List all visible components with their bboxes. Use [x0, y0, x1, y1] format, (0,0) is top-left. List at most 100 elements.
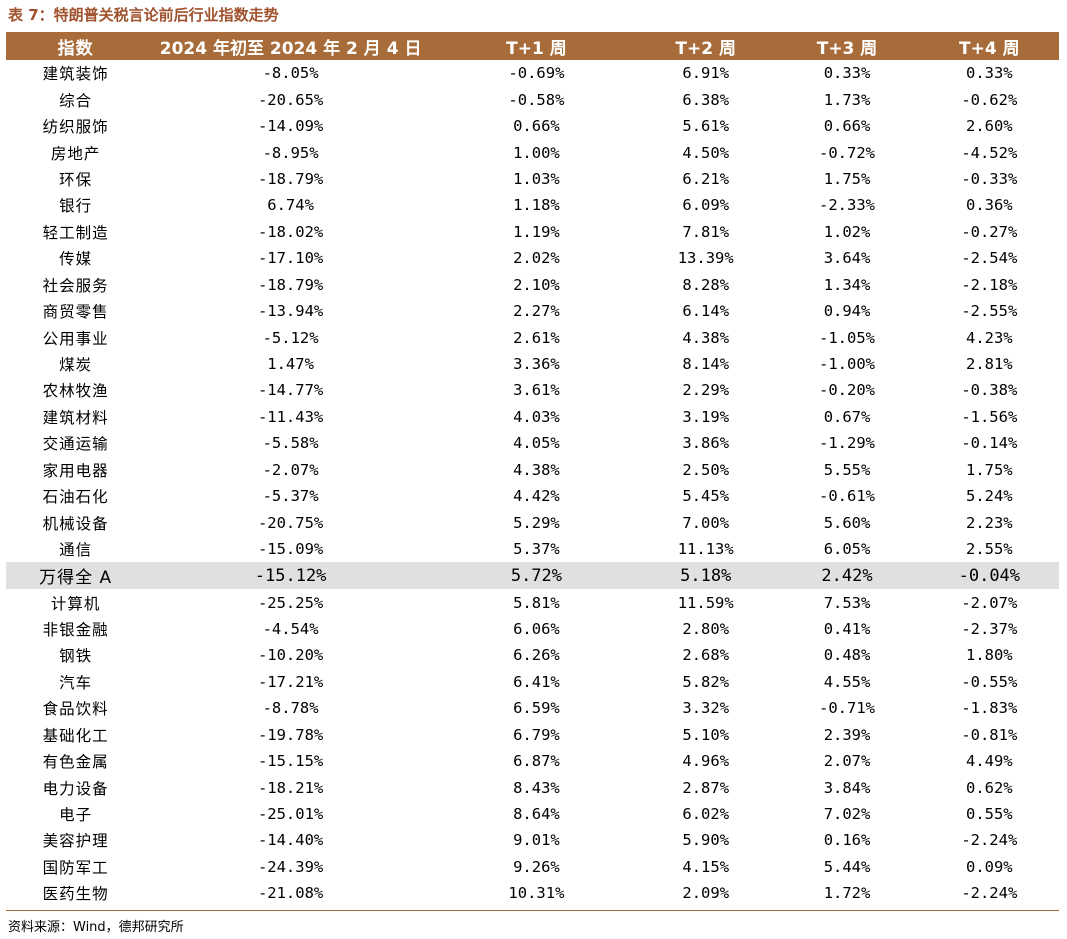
cell-index-name: 商贸零售 [42, 303, 109, 322]
cell-ytd-change: -8.78% [262, 699, 319, 718]
cell-ytd-change: -8.95% [262, 143, 319, 162]
cell-ytd-change: -17.10% [257, 249, 324, 268]
table-row: 汽车 -17.21% 6.41% 5.82% 4.55% -0.55% [6, 669, 1059, 695]
cell-index-name: 社会服务 [42, 276, 109, 295]
cell-index-name: 环保 [59, 170, 93, 189]
table-row: 商贸零售 -13.94% 2.27% 6.14% 0.94% -2.55% [6, 298, 1059, 324]
cell-t1-change: 5.72% [510, 565, 563, 586]
cell-t1-change: 6.87% [513, 752, 560, 771]
cell-t4-change: -0.81% [961, 725, 1018, 744]
cell-t3-change: 0.48% [823, 646, 871, 665]
cell-t1-change: 9.26% [513, 857, 560, 876]
table-row: 计算机 -25.25% 5.81% 11.59% 7.53% -2.07% [6, 589, 1059, 615]
table-row: 农林牧渔 -14.77% 3.61% 2.29% -0.20% -0.38% [6, 377, 1059, 403]
header-index: 指数 [57, 38, 94, 59]
cell-index-name: 非银金融 [42, 620, 109, 639]
cell-t1-change: 5.81% [513, 593, 560, 612]
cell-ytd-change: -20.65% [257, 90, 324, 109]
cell-ytd-change: -15.15% [257, 752, 324, 771]
cell-ytd-change: -18.79% [257, 169, 324, 188]
cell-t1-change: 1.03% [513, 169, 560, 188]
cell-t3-change: 1.73% [823, 90, 871, 109]
cell-t1-change: 0.66% [513, 117, 560, 136]
cell-ytd-change: -14.77% [257, 381, 324, 400]
cell-index-name: 建筑材料 [42, 408, 109, 427]
cell-ytd-change: -8.05% [262, 64, 319, 83]
cell-t3-change: 0.41% [823, 619, 871, 638]
cell-t1-change: 4.03% [513, 407, 560, 426]
cell-t4-change: -0.33% [961, 169, 1018, 188]
cell-t4-change: -0.55% [961, 672, 1018, 691]
cell-t2-change: 11.59% [677, 593, 734, 612]
cell-index-name: 计算机 [50, 594, 101, 613]
cell-ytd-change: -15.09% [257, 540, 324, 559]
cell-index-name: 机械设备 [42, 514, 109, 533]
cell-t2-change: 3.32% [682, 699, 730, 718]
table-row: 纺织服饰 -14.09% 0.66% 5.61% 0.66% 2.60% [6, 113, 1059, 139]
cell-ytd-change: -21.08% [257, 884, 324, 903]
bottom-rule [6, 910, 1059, 911]
cell-t3-change: 1.75% [823, 169, 871, 188]
cell-t4-change: 0.09% [965, 857, 1013, 876]
cell-t4-change: 2.60% [965, 117, 1013, 136]
cell-t2-change: 4.38% [682, 328, 730, 347]
cell-t1-change: 4.38% [513, 460, 560, 479]
cell-t2-change: 6.91% [682, 64, 730, 83]
table-row: 房地产 -8.95% 1.00% 4.50% -0.72% -4.52% [6, 139, 1059, 165]
cell-ytd-change: -14.09% [257, 117, 324, 136]
header-t2: T+2 周 [675, 38, 736, 59]
cell-t4-change: -2.37% [961, 619, 1018, 638]
table-row: 食品饮料 -8.78% 6.59% 3.32% -0.71% -1.83% [6, 695, 1059, 721]
cell-t1-change: 4.05% [513, 434, 560, 453]
cell-t1-change: 6.59% [513, 699, 560, 718]
cell-index-name: 国防军工 [42, 858, 109, 877]
cell-ytd-change: -4.54% [262, 619, 319, 638]
cell-t2-change: 6.02% [682, 805, 730, 824]
cell-t4-change: 2.55% [965, 540, 1013, 559]
table-row: 社会服务 -18.79% 2.10% 8.28% 1.34% -2.18% [6, 272, 1059, 298]
cell-t1-change: 1.19% [513, 222, 560, 241]
table-row: 煤炭 1.47% 3.36% 8.14% -1.00% 2.81% [6, 351, 1059, 377]
cell-t2-change: 2.68% [682, 646, 730, 665]
table-row: 建筑材料 -11.43% 4.03% 3.19% 0.67% -1.56% [6, 404, 1059, 430]
cell-t2-change: 3.86% [682, 434, 730, 453]
cell-t2-change: 4.96% [682, 752, 730, 771]
cell-t1-change: 3.36% [513, 355, 560, 374]
cell-index-name: 家用电器 [42, 461, 109, 480]
cell-t2-change: 5.10% [682, 725, 730, 744]
cell-t1-change: 5.37% [513, 540, 560, 559]
cell-t4-change: -1.83% [961, 699, 1018, 718]
cell-t1-change: 8.64% [513, 805, 560, 824]
cell-t2-change: 4.15% [682, 857, 730, 876]
cell-t2-change: 6.38% [682, 90, 730, 109]
cell-index-name: 建筑装饰 [42, 65, 109, 84]
table-row: 家用电器 -2.07% 4.38% 2.50% 5.55% 1.75% [6, 457, 1059, 483]
table-row: 国防军工 -24.39% 9.26% 4.15% 5.44% 0.09% [6, 854, 1059, 880]
cell-t4-change: 0.55% [965, 805, 1013, 824]
cell-t2-change: 8.14% [682, 355, 730, 374]
cell-index-name: 石油石化 [42, 488, 109, 507]
cell-t4-change: 1.75% [965, 460, 1013, 479]
cell-t1-change: -0.69% [508, 64, 565, 83]
cell-t4-change: -0.38% [961, 381, 1018, 400]
cell-t2-change: 7.00% [682, 513, 730, 532]
cell-ytd-change: -2.07% [262, 460, 319, 479]
cell-t3-change: 2.42% [821, 565, 873, 586]
cell-t4-change: 5.24% [965, 487, 1013, 506]
cell-index-name: 综合 [59, 91, 93, 110]
table-row: 通信 -15.09% 5.37% 11.13% 6.05% 2.55% [6, 536, 1059, 562]
cell-t1-change: 2.61% [513, 328, 560, 347]
table-row: 医药生物 -21.08% 10.31% 2.09% 1.72% -2.24% [6, 880, 1059, 906]
table-row: 美容护理 -14.40% 9.01% 5.90% 0.16% -2.24% [6, 827, 1059, 853]
cell-t3-change: 0.66% [823, 117, 871, 136]
cell-t4-change: -1.56% [961, 407, 1018, 426]
cell-t4-change: 0.33% [965, 64, 1013, 83]
cell-t3-change: 0.16% [823, 831, 871, 850]
cell-t2-change: 2.50% [682, 460, 730, 479]
table-row: 建筑装饰 -8.05% -0.69% 6.91% 0.33% 0.33% [6, 60, 1059, 86]
cell-t2-change: 8.28% [682, 275, 730, 294]
cell-t3-change: -1.00% [819, 355, 876, 374]
cell-t4-change: 2.23% [965, 513, 1013, 532]
cell-t3-change: 7.02% [823, 805, 871, 824]
table-caption: 表 7：特朗普关税言论前后行业指数走势 [8, 6, 279, 24]
